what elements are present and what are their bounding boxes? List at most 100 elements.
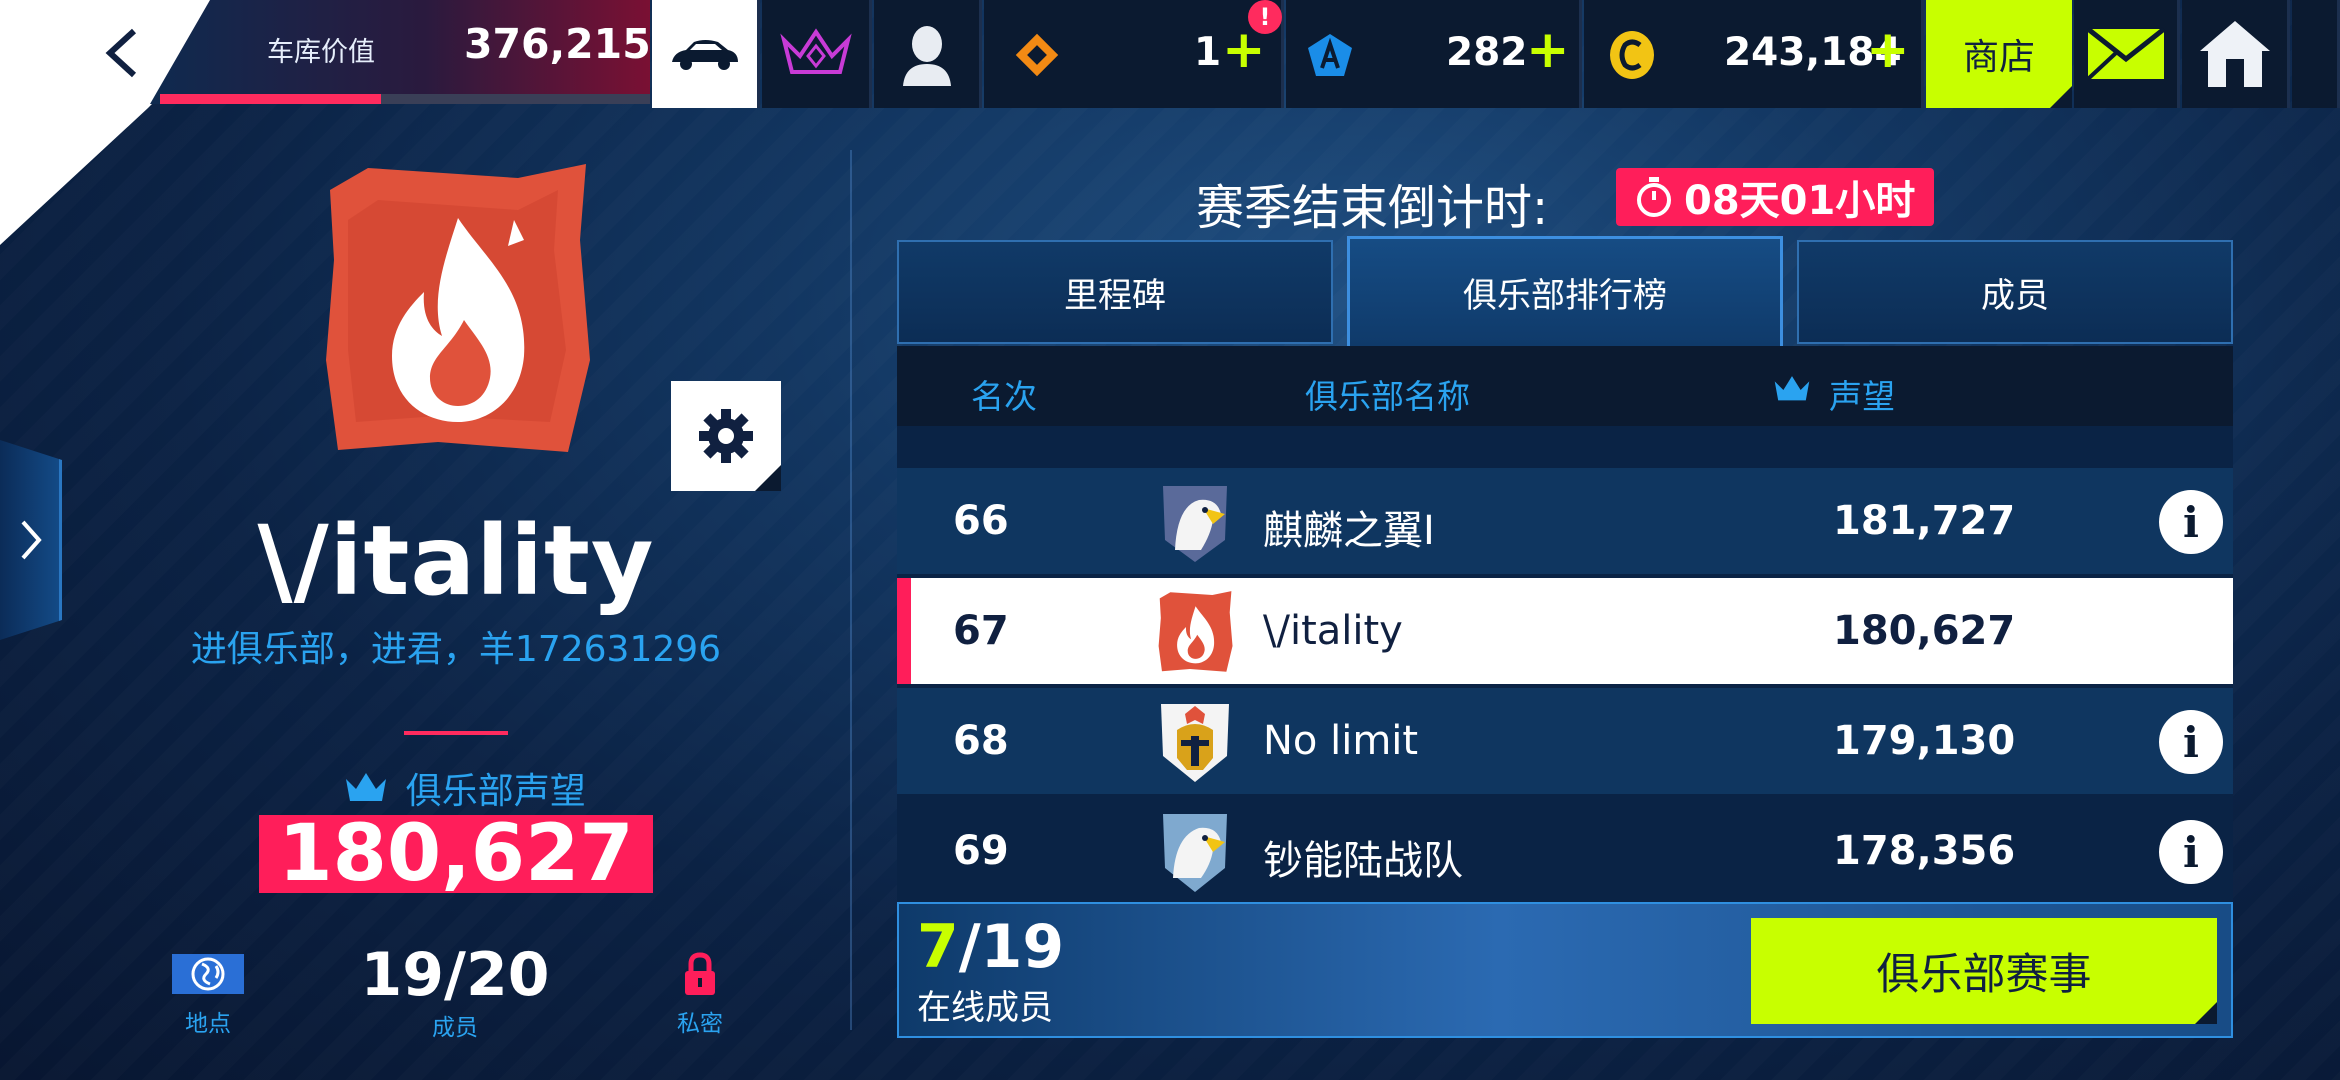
spartan-helmet-logo-icon: [1155, 700, 1235, 784]
car-icon: [671, 40, 738, 70]
event-corner: [2195, 1002, 2217, 1024]
row-club-name: 钞能陆战队: [1263, 838, 1463, 884]
tab-milestones-label: 里程碑: [1064, 275, 1166, 316]
privacy-label: 私密: [677, 1011, 723, 1037]
tab-club-leaderboard[interactable]: 俱乐部排行榜: [1347, 236, 1783, 346]
topbar-overflow: [2292, 0, 2340, 108]
shop-corner: [2050, 86, 2072, 108]
add-blueprints-plus[interactable]: +: [1526, 24, 1570, 76]
tokens-counter[interactable]: 1 +: [984, 0, 1284, 108]
league-button[interactable]: [762, 0, 872, 108]
top-bar: 车库价值 376,215 1 + ! 282 + 243,184 + 商店: [0, 0, 2340, 245]
club-logo: [318, 160, 594, 460]
profile-button[interactable]: [874, 0, 982, 108]
home-button[interactable]: [2182, 0, 2290, 108]
avatar-icon: [902, 26, 951, 86]
online-total: /19: [958, 912, 1065, 982]
crown-league-icon: [779, 28, 852, 74]
tab-members[interactable]: 成员: [1797, 240, 2233, 344]
header-club-name: 俱乐部名称: [1305, 377, 1470, 416]
club-reputation-label: 俱乐部声望: [0, 762, 930, 814]
row-score: 178,356: [1833, 828, 2016, 874]
back-button[interactable]: [92, 22, 152, 84]
tab-milestones[interactable]: 里程碑: [897, 240, 1333, 344]
blueprints-count: 282: [1446, 30, 1528, 75]
row-rank: 68: [953, 718, 1009, 764]
online-now: 7: [917, 912, 959, 982]
eagle-club-logo-icon: [1155, 810, 1235, 894]
globe-icon: [172, 954, 244, 994]
blueprints-counter[interactable]: 282 +: [1286, 0, 1582, 108]
mail-button[interactable]: [2074, 0, 2180, 108]
row-score: 179,130: [1833, 718, 2016, 764]
mail-icon: [2085, 27, 2166, 81]
table-row[interactable]: 68 No limit 179,130 i: [897, 688, 2233, 794]
garage-value: 376,215: [464, 20, 651, 68]
chevron-left-icon: [105, 28, 137, 78]
lock-icon: [685, 952, 715, 995]
online-members-label: 在线成员: [917, 988, 1053, 1028]
season-countdown-badge: 08天01小时: [1616, 168, 1934, 226]
row-club-name: No limit: [1263, 718, 1419, 764]
tab-club-leaderboard-label: 俱乐部排行榜: [1463, 276, 1667, 316]
garage-car-button[interactable]: [652, 0, 760, 108]
row-rank: 67: [953, 608, 1009, 654]
table-row[interactable]: 66 麒麟之翼I 181,727 i: [897, 468, 2233, 574]
info-button[interactable]: i: [2159, 820, 2223, 884]
tab-members-label: 成员: [1981, 275, 2049, 316]
members-stat: 成员: [410, 1008, 500, 1042]
add-credits-plus[interactable]: +: [1866, 24, 1910, 76]
leaderboard-table[interactable]: 名次 俱乐部名称 声望 i 66 麒麟之翼I 181,727 i 67: [897, 346, 2233, 902]
row-score: 181,727: [1833, 498, 2016, 544]
gear-icon: [699, 409, 753, 463]
location-stat[interactable]: 地点: [168, 954, 248, 1038]
blueprint-a-icon: [1308, 34, 1352, 76]
privacy-stat[interactable]: 私密: [660, 952, 740, 1038]
club-footer-bar: 7/19 在线成员 俱乐部赛事: [897, 902, 2233, 1038]
row-club-name: 麒麟之翼I: [1263, 508, 1435, 554]
garage-value-progress-bar: [160, 94, 381, 104]
club-event-button[interactable]: 俱乐部赛事: [1751, 918, 2217, 1024]
club-reputation-label-text: 俱乐部声望: [405, 771, 586, 812]
club-reputation-value: 180,627: [259, 815, 653, 893]
token-diamond-icon: [1015, 33, 1059, 77]
credits-coin-icon: [1610, 31, 1654, 79]
season-countdown-label: 赛季结束倒计时:: [1196, 180, 1549, 236]
club-tabs: 里程碑 俱乐部排行榜 成员: [897, 236, 2233, 346]
tokens-count: 1: [1194, 30, 1222, 75]
table-header: 名次 俱乐部名称 声望: [897, 346, 2233, 426]
divider: [404, 731, 508, 735]
info-button[interactable]: i: [2159, 710, 2223, 774]
table-row-own-club[interactable]: 67 \/itality 180,627: [897, 578, 2233, 684]
row-rank: 69: [953, 828, 1009, 874]
row-score: 180,627: [1833, 608, 2016, 654]
flame-club-emblem-icon: [1155, 590, 1235, 674]
credits-counter[interactable]: 243,184 +: [1584, 0, 1924, 108]
row-club-name: \/itality: [1263, 608, 1403, 654]
club-motto: 进俱乐部，进君，羊172631296: [190, 629, 722, 670]
header-reputation: 声望: [1829, 377, 1895, 416]
club-settings-button[interactable]: [671, 381, 781, 491]
settings-corner: [755, 465, 781, 491]
home-icon: [2199, 21, 2270, 87]
members-count: 19/20: [360, 940, 550, 1010]
members-label: 成员: [432, 1015, 478, 1041]
club-name: \/itality: [257, 505, 655, 617]
location-label: 地点: [185, 1011, 231, 1037]
own-club-accent: [897, 578, 911, 684]
header-rank: 名次: [971, 377, 1037, 416]
online-members-count: 7/19: [917, 912, 1064, 982]
stopwatch-icon: [1637, 177, 1671, 217]
crown-icon: [1774, 376, 1810, 401]
info-button[interactable]: i: [2159, 490, 2223, 554]
shop-button[interactable]: 商店: [1926, 0, 2072, 108]
club-event-label: 俱乐部赛事: [1876, 950, 2092, 1000]
flame-club-emblem-icon: [326, 164, 590, 452]
row-rank: 66: [953, 498, 1009, 544]
shop-label: 商店: [1962, 37, 2035, 78]
season-countdown-value: 08天01小时: [1684, 178, 1916, 224]
eagle-club-logo-icon: [1155, 480, 1235, 564]
table-row[interactable]: 69 钞能陆战队 178,356 i: [897, 798, 2233, 902]
crown-icon: [346, 773, 387, 801]
alert-badge: !: [1248, 0, 1282, 34]
